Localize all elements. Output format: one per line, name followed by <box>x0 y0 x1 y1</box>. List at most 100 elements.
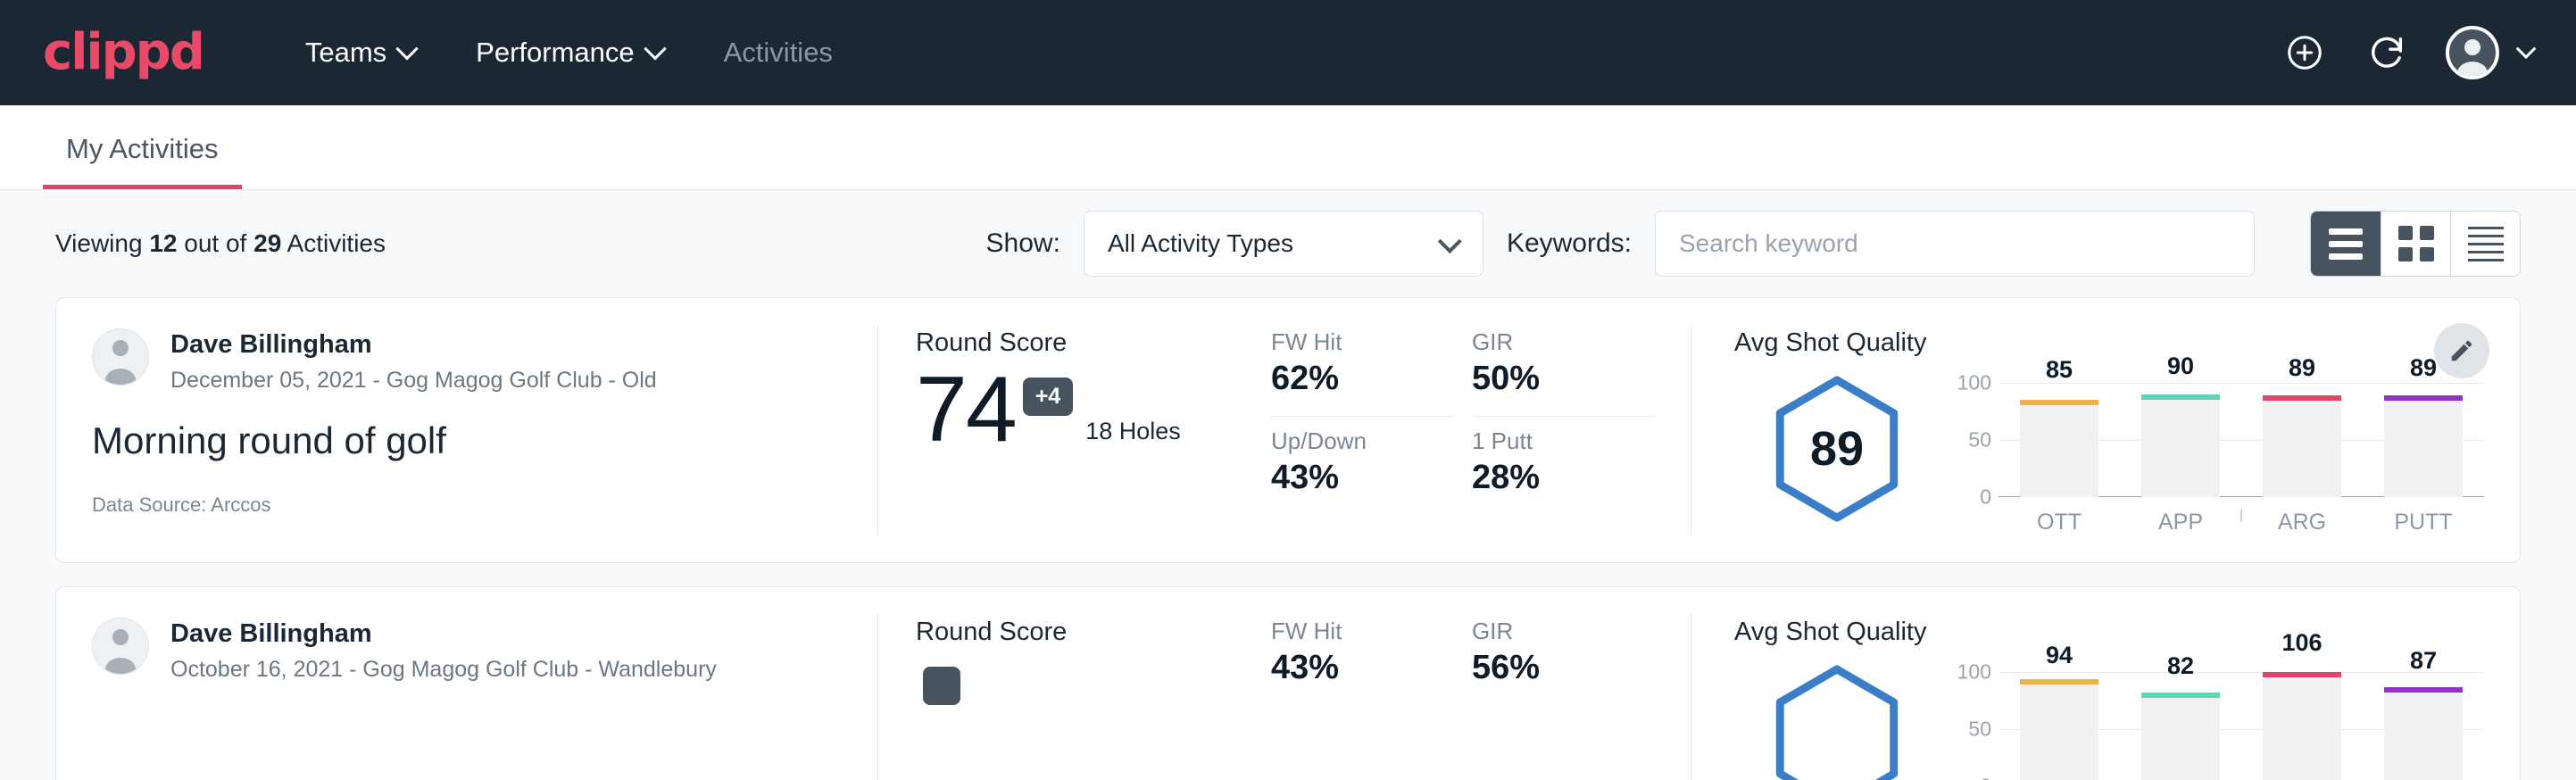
quality-hexagon-wrap <box>1734 664 1940 780</box>
avg-shot-quality-body: 89 100 50 0 <box>1734 361 2484 535</box>
search-input[interactable] <box>1655 211 2255 277</box>
bar-arg <box>2263 395 2341 497</box>
stat-label: FW Hit <box>1271 618 1472 645</box>
pencil-icon <box>2448 337 2475 364</box>
bar-group-ott: 85 <box>2020 383 2098 497</box>
avg-shot-quality-section: Avg Shot Quality 89 100 50 <box>1691 298 2520 562</box>
bar-cap <box>2020 679 2098 685</box>
keywords-label: Keywords: <box>1507 228 1632 259</box>
nav-item-teams[interactable]: Teams <box>275 37 445 69</box>
bar-value-label: 90 <box>2167 353 2194 380</box>
stats-column-left: FW Hit 62% Up/Down 43% <box>1271 328 1472 535</box>
y-tick-50: 50 <box>1968 718 1991 742</box>
tab-bar: My Activities <box>0 105 2576 190</box>
nav-item-teams-label: Teams <box>305 37 386 69</box>
stat-label: FW Hit <box>1271 328 1472 356</box>
tab-my-activities[interactable]: My Activities <box>43 133 242 189</box>
y-tick-100: 100 <box>1957 371 1991 395</box>
activity-card[interactable]: Dave Billingham October 16, 2021 - Gog M… <box>55 586 2521 780</box>
activity-title: Morning round of golf <box>92 419 842 463</box>
quality-hexagon: 89 <box>1770 375 1904 523</box>
stat-up-down: Up/Down 43% <box>1271 427 1472 508</box>
chevron-down-icon <box>395 37 418 60</box>
person-name: Dave Billingham <box>170 618 717 650</box>
chart-plot-area: 94 82 106 <box>1998 672 2484 780</box>
round-score-value-row: 74 +4 18 Holes <box>916 363 1262 456</box>
x-tick-ott: OTT <box>2020 510 2098 535</box>
viewing-count: 12 <box>149 229 177 257</box>
hexagon-icon <box>1770 664 1904 780</box>
tick-mark <box>2240 510 2242 522</box>
view-mode-toggle <box>2310 211 2521 277</box>
stats-column-right: GIR 50% 1 Putt 28% <box>1472 328 1673 535</box>
bar-app <box>2141 394 2220 497</box>
bar-group-arg: 106 <box>2263 672 2341 780</box>
nav-item-activities[interactable]: Activities <box>694 37 863 69</box>
quality-score-value: 89 <box>1810 421 1864 477</box>
activity-data-source: Data Source: Arccos <box>92 494 842 517</box>
viewing-summary: Viewing 12 out of 29 Activities <box>55 229 386 258</box>
bar-app <box>2141 693 2220 780</box>
main-nav-items: Teams Performance Activities <box>275 37 863 69</box>
filter-controls: Show: All Activity Types Keywords: <box>986 211 2521 277</box>
score-delta-badge: +4 <box>1023 378 1074 416</box>
plus-circle-icon <box>2284 32 2325 73</box>
bar-value-label: 94 <box>2046 642 2073 669</box>
stat-value: 43% <box>1271 649 1472 687</box>
grid-view-icon <box>2398 226 2434 261</box>
avg-shot-quality-label: Avg Shot Quality <box>1734 328 2484 358</box>
bar-group-arg: 89 <box>2263 383 2341 497</box>
y-tick-100: 100 <box>1957 660 1991 685</box>
stat-label: Up/Down <box>1271 427 1472 455</box>
list-view-icon <box>2329 228 2363 260</box>
x-tick-label: OTT <box>2037 510 2082 535</box>
activity-meta: October 16, 2021 - Gog Magog Golf Club -… <box>170 656 717 684</box>
activity-type-select[interactable]: All Activity Types <box>1084 211 1483 277</box>
activity-type-select-value: All Activity Types <box>1108 229 1293 258</box>
edit-activity-button[interactable] <box>2434 323 2489 378</box>
bar-ott <box>2020 400 2098 497</box>
round-score-section: Round Score 74 +4 18 Holes <box>878 298 1271 562</box>
view-mode-compact-button[interactable] <box>2450 212 2520 276</box>
chevron-down-icon <box>644 37 666 60</box>
activity-info: Dave Billingham December 05, 2021 - Gog … <box>56 298 877 562</box>
add-button[interactable] <box>2281 29 2328 76</box>
bar-cap <box>2263 672 2341 677</box>
round-score-label: Round Score <box>916 328 1262 358</box>
viewing-mid: out of <box>184 229 246 257</box>
bar-value-label: 89 <box>2410 354 2437 382</box>
x-tick-label: ARG <box>2278 510 2326 535</box>
holes-count: 18 Holes <box>1085 418 1181 445</box>
x-tick-arg: ARG <box>2263 510 2341 535</box>
stat-value: 56% <box>1472 649 1673 687</box>
nav-item-performance[interactable]: Performance <box>445 37 693 69</box>
x-tick-app: APP <box>2141 510 2220 535</box>
user-menu-button[interactable] <box>2446 26 2533 79</box>
stats-column-left: FW Hit 43% <box>1271 618 1472 780</box>
y-tick-0: 0 <box>1980 775 1991 780</box>
stats-column-right: GIR 56% <box>1472 618 1673 780</box>
stat-one-putt: 1 Putt 28% <box>1472 427 1673 508</box>
chevron-down-icon <box>2516 38 2537 59</box>
bar-value-label: 89 <box>2289 354 2315 382</box>
bar-cap <box>2384 395 2463 401</box>
bar-cap <box>2141 693 2220 698</box>
app-logo[interactable]: clippd <box>43 28 204 78</box>
bar-cap <box>2020 400 2098 405</box>
nav-item-activities-label: Activities <box>724 37 833 69</box>
refresh-button[interactable] <box>2364 29 2410 76</box>
activity-meta: December 05, 2021 - Gog Magog Golf Club … <box>170 367 657 394</box>
view-mode-list-button[interactable] <box>2311 212 2381 276</box>
round-stats: FW Hit 62% Up/Down 43% GIR 50% <box>1271 298 1691 562</box>
quality-hexagon <box>1770 664 1904 780</box>
quality-hexagon-wrap: 89 <box>1734 375 1940 523</box>
round-score-value-row <box>916 652 1262 705</box>
stat-value: 50% <box>1472 360 1673 398</box>
viewing-suffix: Activities <box>287 229 386 257</box>
chart-plot-area: 85 90 <box>1998 383 2484 497</box>
activity-card[interactable]: Dave Billingham December 05, 2021 - Gog … <box>55 297 2521 563</box>
stat-fw-hit: FW Hit 43% <box>1271 618 1472 698</box>
y-tick-0: 0 <box>1980 485 1991 510</box>
filter-bar: Viewing 12 out of 29 Activities Show: Al… <box>0 190 2576 297</box>
view-mode-grid-button[interactable] <box>2381 212 2450 276</box>
